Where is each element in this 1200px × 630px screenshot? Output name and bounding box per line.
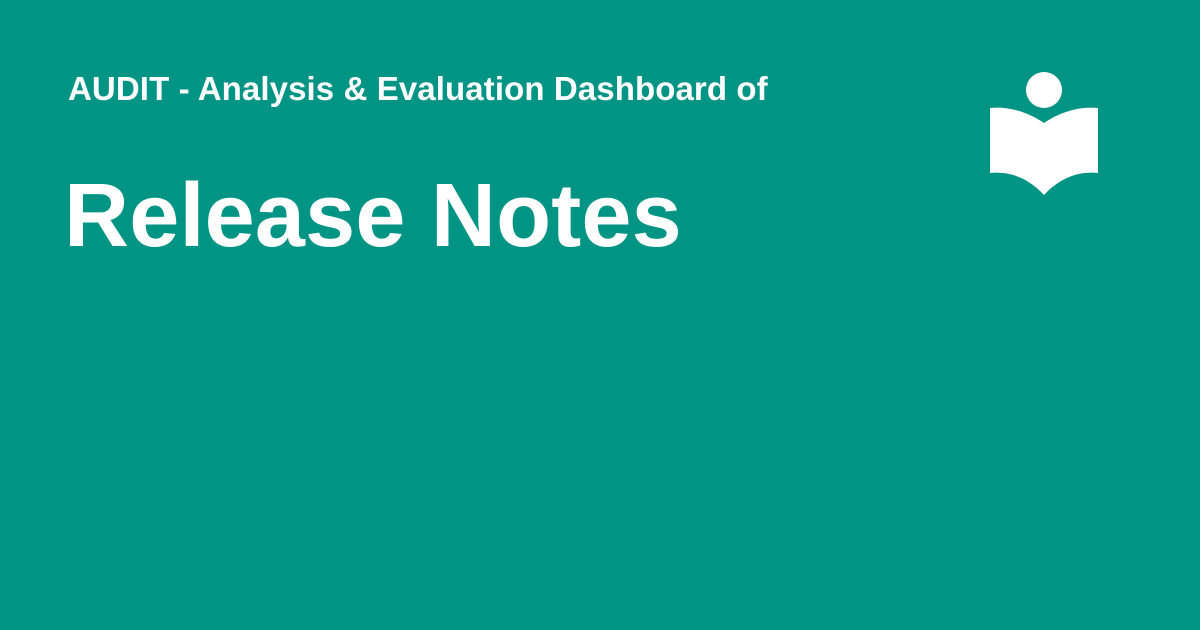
- reader-book-icon: [990, 72, 1098, 196]
- release-notes-banner: AUDIT - Analysis & Evaluation Dashboard …: [0, 0, 1200, 630]
- page-title: Release Notes: [64, 166, 682, 266]
- page-subtitle: AUDIT - Analysis & Evaluation Dashboard …: [68, 70, 768, 107]
